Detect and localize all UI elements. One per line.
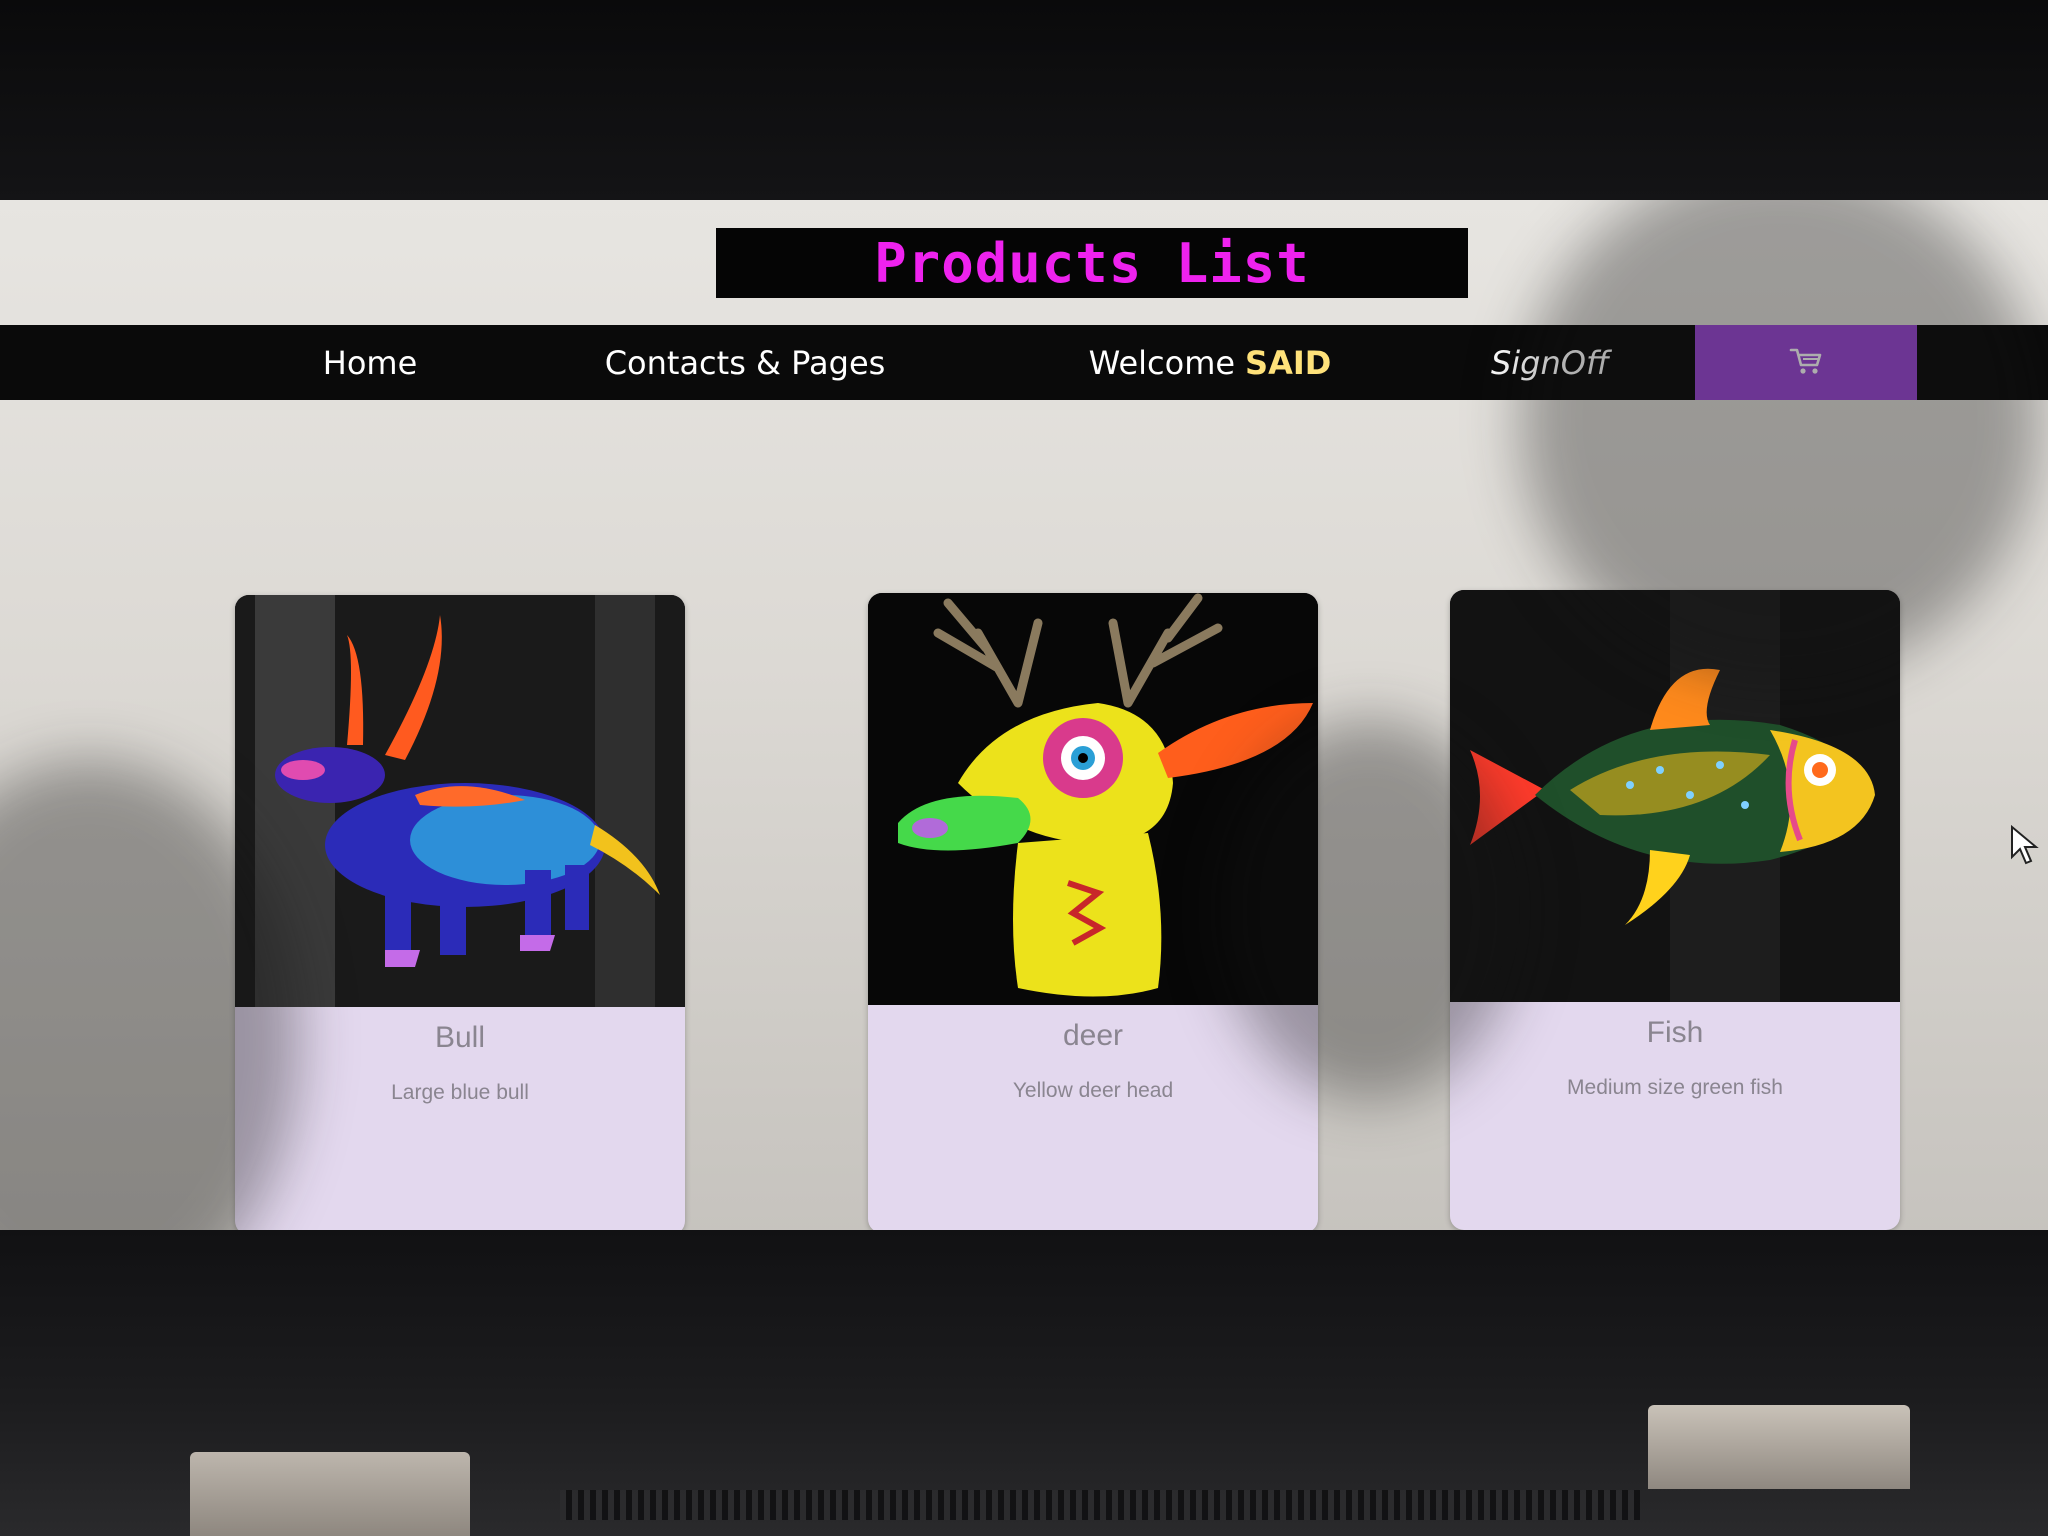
product-name: deer [1062,1019,1124,1052]
welcome-message: Welcome SAID [1040,325,1380,400]
nav-contacts-label: Contacts & Pages [604,343,886,382]
fish-figurine-image [1450,590,1900,1002]
product-card-deer[interactable]: deer Yellow deer head [868,593,1318,1233]
browser-screen: Products List Home Contacts & Pages Welc… [0,200,2048,1235]
laptop-hinge-right [1648,1405,1910,1489]
laptop-vent [560,1490,1640,1520]
navbar: Home Contacts & Pages Welcome SAID SignO… [0,325,2048,400]
page-title: Products List [874,231,1310,295]
shopping-cart-icon [1789,346,1823,380]
laptop-hinge-left [190,1452,470,1536]
product-description: Yellow deer head [1012,1079,1174,1102]
product-name: Fish [1646,1016,1704,1049]
signoff-label: SignOff [1490,343,1610,382]
product-card-bull[interactable]: Bull Large blue bull [235,595,685,1235]
welcome-username: SAID [1245,343,1332,382]
signoff-link[interactable]: SignOff [1440,325,1660,400]
page-title-bar: Products List [716,228,1468,298]
product-card-fish[interactable]: Fish Medium size green fish [1450,590,1900,1230]
mouse-pointer-icon [2010,824,2040,869]
nav-home-link[interactable]: Home [270,325,470,400]
cart-button[interactable] [1695,325,1917,400]
laptop-bezel-top [0,0,2048,205]
deer-head-figurine-image [868,593,1318,1005]
nav-home-label: Home [322,343,418,382]
product-description: Medium size green fish [1567,1076,1783,1099]
nav-contacts-link[interactable]: Contacts & Pages [580,325,910,400]
bull-figurine-image [235,595,685,1007]
product-description: Large blue bull [391,1081,529,1104]
welcome-prefix: Welcome [1088,343,1236,382]
product-name: Bull [434,1021,486,1054]
